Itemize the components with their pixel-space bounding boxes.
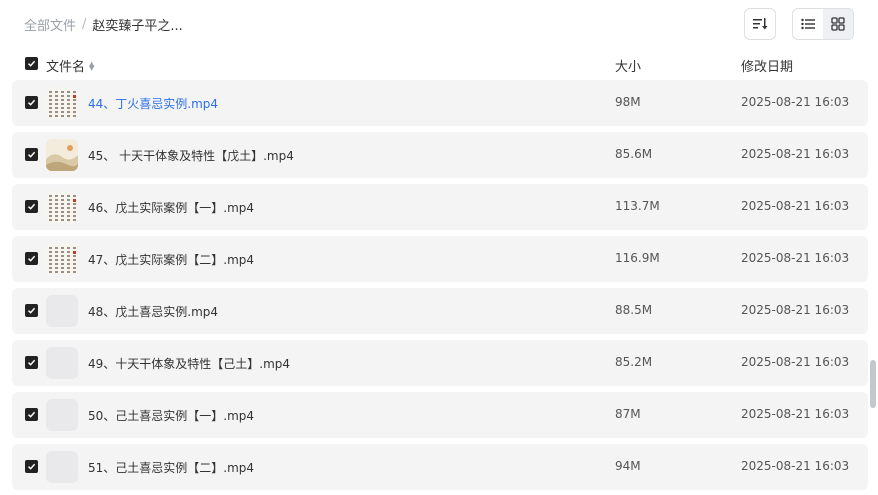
file-browser: 全部文件 / 赵奕臻子平之... 文件名 ▲ ▼ 大小 修改日期 44、丁火喜忌…	[0, 0, 878, 495]
column-header-name[interactable]: 文件名 ▲ ▼	[46, 56, 94, 75]
file-name[interactable]: 48、戊土喜忌实例.mp4	[88, 303, 218, 320]
video-thumbnail	[46, 295, 78, 327]
file-modified-date: 2025-08-21 16:03	[741, 95, 850, 109]
file-modified-date: 2025-08-21 16:03	[741, 355, 850, 369]
file-name[interactable]: 44、丁火喜忌实例.mp4	[88, 95, 218, 112]
video-thumbnail	[46, 451, 78, 483]
file-list: 44、丁火喜忌实例.mp4 98M 2025-08-21 16:03 45、 十天干体…	[12, 80, 868, 495]
breadcrumb-separator: /	[82, 16, 87, 32]
row-checkbox[interactable]	[25, 96, 38, 109]
sort-icon	[753, 18, 768, 30]
row-checkbox[interactable]	[25, 200, 38, 213]
list-view-button[interactable]	[793, 9, 823, 39]
grid-view-icon	[831, 17, 845, 31]
video-thumbnail	[46, 243, 78, 275]
file-row[interactable]: 46、戊土实际案例【一】.mp4 113.7M 2025-08-21 16:03	[12, 184, 868, 230]
file-modified-date: 2025-08-21 16:03	[741, 303, 850, 317]
row-checkbox[interactable]	[25, 356, 38, 369]
check-icon	[27, 411, 36, 418]
file-size: 85.6M	[615, 147, 653, 161]
file-row[interactable]: 47、戊土实际案例【二】.mp4 116.9M 2025-08-21 16:03	[12, 236, 868, 282]
select-all-checkbox[interactable]	[25, 57, 38, 70]
file-modified-date: 2025-08-21 16:03	[741, 407, 850, 421]
check-icon	[27, 203, 36, 210]
breadcrumb-root-link[interactable]: 全部文件	[24, 15, 76, 34]
file-name[interactable]: 50、己土喜忌实例【一】.mp4	[88, 407, 254, 424]
column-header-modified: 修改日期	[741, 60, 794, 75]
scrollbar-thumb[interactable]	[870, 360, 876, 408]
file-modified-date: 2025-08-21 16:03	[741, 459, 850, 473]
file-size: 85.2M	[615, 355, 653, 369]
sort-button[interactable]	[744, 8, 776, 40]
check-icon	[27, 463, 36, 470]
file-row[interactable]: 49、十天干体象及特性【己土】.mp4 85.2M 2025-08-21 16:03	[12, 340, 868, 386]
video-thumbnail	[46, 399, 78, 431]
check-icon	[27, 307, 36, 314]
file-size: 88.5M	[615, 303, 653, 317]
row-checkbox[interactable]	[25, 304, 38, 317]
file-name[interactable]: 45、 十天干体象及特性【戊土】.mp4	[88, 147, 294, 164]
video-thumbnail	[46, 347, 78, 379]
video-thumbnail	[46, 139, 78, 171]
view-toggle	[792, 8, 854, 40]
row-checkbox[interactable]	[25, 148, 38, 161]
check-icon	[27, 255, 36, 262]
file-modified-date: 2025-08-21 16:03	[741, 147, 850, 161]
file-size: 87M	[615, 407, 641, 421]
check-icon	[27, 60, 36, 67]
file-size: 94M	[615, 459, 641, 473]
breadcrumb-current-folder: 赵奕臻子平之...	[92, 18, 183, 34]
file-size: 113.7M	[615, 199, 660, 213]
file-row[interactable]: 44、丁火喜忌实例.mp4 98M 2025-08-21 16:03	[12, 80, 868, 126]
file-name[interactable]: 46、戊土实际案例【一】.mp4	[88, 199, 254, 216]
file-row[interactable]: 50、己土喜忌实例【一】.mp4 87M 2025-08-21 16:03	[12, 392, 868, 438]
file-modified-date: 2025-08-21 16:03	[741, 251, 850, 265]
file-row[interactable]: 45、 十天干体象及特性【戊土】.mp4 85.6M 2025-08-21 16:0…	[12, 132, 868, 178]
column-name-label: 文件名	[46, 60, 86, 75]
row-checkbox[interactable]	[25, 252, 38, 265]
row-checkbox[interactable]	[25, 460, 38, 473]
file-name[interactable]: 47、戊土实际案例【二】.mp4	[88, 251, 254, 268]
check-icon	[27, 151, 36, 158]
file-size: 98M	[615, 95, 641, 109]
check-icon	[27, 99, 36, 106]
video-thumbnail	[46, 87, 78, 119]
sort-arrows-icon: ▲ ▼	[89, 59, 95, 72]
table-header: 文件名 ▲ ▼ 大小 修改日期	[12, 50, 868, 78]
file-modified-date: 2025-08-21 16:03	[741, 199, 850, 213]
file-name[interactable]: 51、己土喜忌实例【二】.mp4	[88, 459, 254, 476]
grid-view-button[interactable]	[823, 9, 853, 39]
breadcrumb: 全部文件 / 赵奕臻子平之...	[24, 14, 183, 34]
check-icon	[27, 359, 36, 366]
file-row[interactable]: 51、己土喜忌实例【二】.mp4 94M 2025-08-21 16:03	[12, 444, 868, 490]
video-thumbnail	[46, 191, 78, 223]
list-view-icon	[801, 18, 815, 30]
file-row[interactable]: 48、戊土喜忌实例.mp4 88.5M 2025-08-21 16:03	[12, 288, 868, 334]
file-name[interactable]: 49、十天干体象及特性【己土】.mp4	[88, 355, 290, 372]
row-checkbox[interactable]	[25, 408, 38, 421]
file-size: 116.9M	[615, 251, 660, 265]
column-header-size: 大小	[615, 60, 642, 75]
